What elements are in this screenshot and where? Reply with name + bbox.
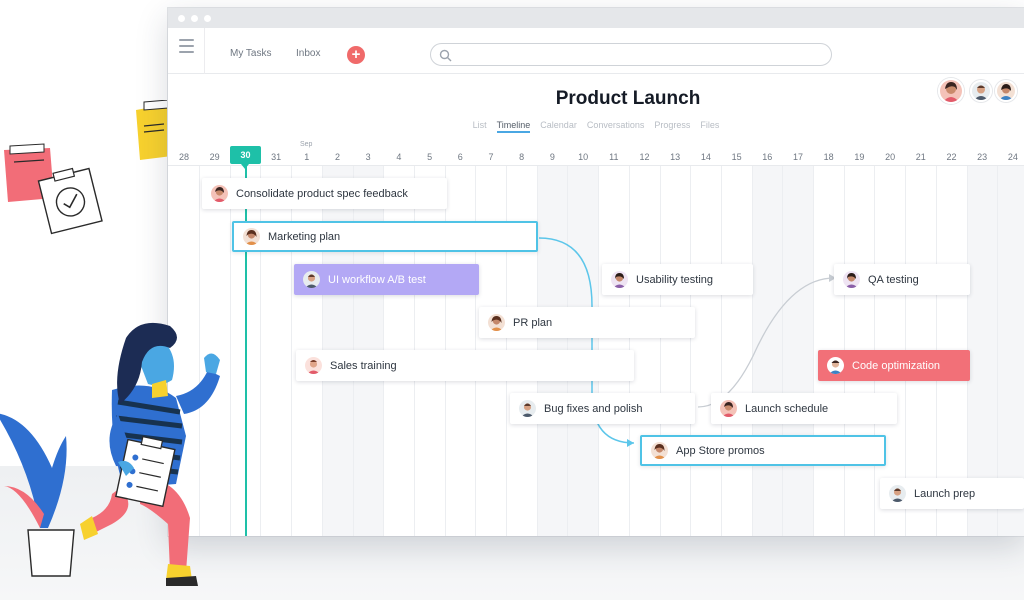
sticky-note-red-illustration xyxy=(4,143,103,235)
task-label: QA testing xyxy=(868,273,919,286)
avatar xyxy=(305,357,322,374)
tab-calendar[interactable]: Calendar xyxy=(540,120,577,130)
nav-my-tasks[interactable]: My Tasks xyxy=(230,48,272,59)
avatar[interactable] xyxy=(995,80,1017,102)
app-window: My Tasks Inbox + Product Launch List Time… xyxy=(168,8,1024,536)
avatar xyxy=(611,271,628,288)
task-bar[interactable]: Code optimization xyxy=(818,350,970,381)
task-label: Consolidate product spec feedback xyxy=(236,187,408,200)
task-bar[interactable]: Consolidate product spec feedback xyxy=(202,178,447,209)
timeline-grid: Sep 30 28 29 31 1 2 3 4 5 6 7 8 9 10 11 12 13 14 15 16 17 18… xyxy=(168,136,1024,536)
task-bar[interactable]: Launch schedule xyxy=(711,393,897,424)
avatar xyxy=(211,185,228,202)
plus-icon[interactable]: + xyxy=(347,46,365,64)
task-label: PR plan xyxy=(513,316,553,329)
avatar xyxy=(303,271,320,288)
task-label: Code optimization xyxy=(852,359,941,372)
person-illustration xyxy=(0,322,220,586)
tab-conversations[interactable]: Conversations xyxy=(587,120,645,130)
task-label: App Store promos xyxy=(676,444,765,457)
nav-inbox[interactable]: Inbox xyxy=(296,48,320,59)
search-input[interactable] xyxy=(459,47,819,63)
divider xyxy=(204,28,205,74)
tab-files[interactable]: Files xyxy=(700,120,719,130)
avatar xyxy=(720,400,737,417)
avatar xyxy=(889,485,906,502)
sticky-note-yellow-illustration xyxy=(136,100,172,160)
task-label: Sales training xyxy=(330,359,397,372)
top-navigation-bar: My Tasks Inbox + xyxy=(168,28,1024,74)
task-label: Usability testing xyxy=(636,273,714,286)
avatar xyxy=(488,314,505,331)
search-icon xyxy=(439,49,452,62)
tab-timeline[interactable]: Timeline xyxy=(496,120,531,133)
tab-progress[interactable]: Progress xyxy=(654,120,690,130)
avatar xyxy=(843,271,860,288)
project-tabs: List Timeline Calendar Conversations Progres… xyxy=(168,120,1024,134)
window-titlebar xyxy=(168,8,1024,28)
task-label: Marketing plan xyxy=(268,230,341,243)
task-label: UI workflow A/B test xyxy=(328,273,426,286)
task-label: Launch schedule xyxy=(745,402,829,415)
avatar xyxy=(651,442,668,459)
task-bar[interactable]: Bug fixes and polish xyxy=(510,393,695,424)
window-dot[interactable] xyxy=(204,15,211,22)
tab-list[interactable]: List xyxy=(473,120,487,130)
hamburger-menu-icon[interactable] xyxy=(179,39,194,53)
task-label: Bug fixes and polish xyxy=(544,402,643,415)
avatar xyxy=(243,228,260,245)
task-label: Launch prep xyxy=(914,487,976,500)
task-bar[interactable]: PR plan xyxy=(479,307,695,338)
page-title: Product Launch xyxy=(555,88,701,109)
task-bar[interactable]: Usability testing xyxy=(602,264,753,295)
task-bar[interactable]: App Store promos xyxy=(640,435,886,466)
task-bar[interactable]: Launch prep xyxy=(880,478,1024,509)
search-bar[interactable] xyxy=(430,43,832,66)
task-bar[interactable]: UI workflow A/B test xyxy=(294,264,479,295)
task-bar[interactable]: QA testing xyxy=(834,264,970,295)
avatar[interactable] xyxy=(970,80,992,102)
avatar[interactable] xyxy=(938,78,964,104)
task-bar[interactable]: Sales training xyxy=(296,350,634,381)
window-dot[interactable] xyxy=(178,15,185,22)
avatar xyxy=(827,357,844,374)
task-bar[interactable]: Marketing plan xyxy=(232,221,538,252)
window-dot[interactable] xyxy=(191,15,198,22)
avatar xyxy=(519,400,536,417)
